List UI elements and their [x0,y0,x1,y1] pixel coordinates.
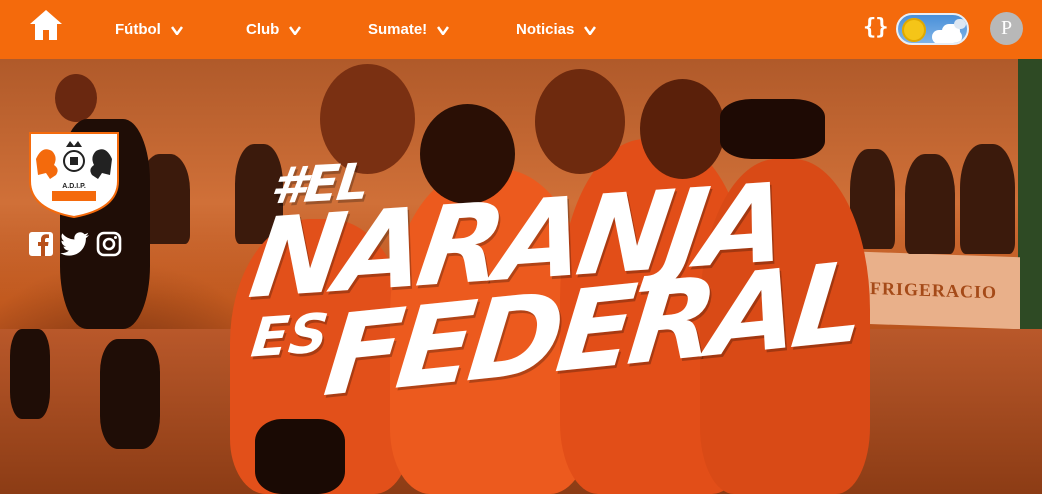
facebook-icon[interactable] [28,231,54,257]
home-icon[interactable] [28,8,64,42]
theme-toggle[interactable] [896,13,969,45]
nav-futbol[interactable]: Fútbol [115,0,183,59]
svg-text:A.D.I.P.: A.D.I.P. [62,183,86,190]
nav-sumate[interactable]: Sumate! [368,0,450,59]
sun-icon [902,18,926,42]
nav-club-label: Club [246,21,280,38]
headline-es: ES [248,301,332,370]
nav-futbol-label: Fútbol [115,21,161,38]
instagram-icon[interactable] [96,231,122,257]
nav-noticias[interactable]: Noticias [516,0,597,59]
chevron-down-icon [170,25,183,35]
club-crest-logo[interactable]: A.D.I.P. [26,129,122,219]
nav-club[interactable]: Club [246,0,302,59]
hero-banner: REFRIGERACIO A.D.I.P. #EL NARANJA ES FED… [0,59,1042,494]
twitter-icon[interactable] [60,231,90,257]
top-nav-bar: Fútbol Club Sumate! Noticias {} P [0,0,1042,59]
chevron-down-icon [437,25,450,35]
avatar[interactable]: P [990,12,1023,45]
nav-sumate-label: Sumate! [368,21,428,38]
braces-icon[interactable]: {} [863,15,888,40]
nav-noticias-label: Noticias [516,21,575,38]
chevron-down-icon [289,25,302,35]
chevron-down-icon [584,25,597,35]
